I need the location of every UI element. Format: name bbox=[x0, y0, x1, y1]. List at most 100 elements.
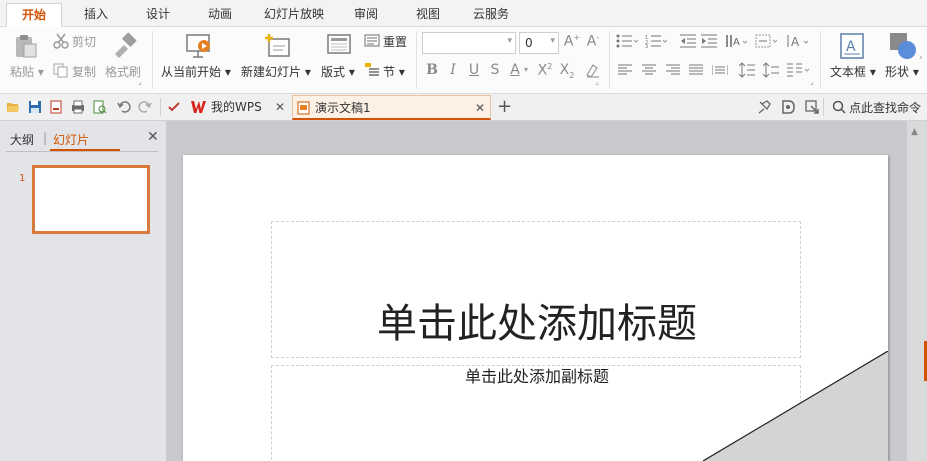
shape-icon[interactable] bbox=[889, 32, 917, 60]
subscript-icon[interactable]: X2 bbox=[557, 62, 577, 80]
undo-icon[interactable] bbox=[117, 100, 131, 114]
paste-icon[interactable] bbox=[13, 33, 39, 59]
shadow-icon[interactable]: S bbox=[487, 62, 503, 78]
tab-insert[interactable]: 插入 bbox=[70, 3, 122, 27]
paragraph-spacing-icon[interactable] bbox=[763, 62, 779, 78]
text-box-icon[interactable]: A bbox=[839, 32, 865, 60]
font-size-value: 0 bbox=[525, 36, 533, 50]
layout-button[interactable]: 版式 ▾ bbox=[321, 63, 355, 80]
font-launcher-icon[interactable]: ⌟ bbox=[595, 77, 599, 86]
search-icon[interactable] bbox=[832, 100, 846, 114]
svg-text:3: 3 bbox=[645, 44, 648, 48]
font-color-dropdown-icon[interactable]: ▾ bbox=[524, 65, 528, 74]
distributed-align-icon[interactable] bbox=[712, 64, 728, 76]
tab-slideshow[interactable]: 幻灯片放映 bbox=[256, 3, 332, 27]
align-text-icon[interactable] bbox=[755, 34, 777, 48]
print-icon[interactable] bbox=[71, 100, 85, 114]
text-direction-icon[interactable]: A bbox=[725, 33, 747, 49]
tab-slides[interactable]: 幻灯片 bbox=[53, 131, 89, 148]
slide-canvas[interactable]: 单击此处添加标题 单击此处添加副标题 bbox=[183, 155, 888, 461]
cut-button[interactable]: 剪切 bbox=[72, 33, 96, 50]
close-tab-icon[interactable]: ✕ bbox=[475, 96, 485, 120]
tab-cloud[interactable]: 云服务 bbox=[462, 3, 520, 27]
layout-icon[interactable] bbox=[326, 32, 352, 58]
command-search[interactable]: 点此查找命令 bbox=[849, 99, 921, 116]
superscript-icon[interactable]: X2 bbox=[535, 62, 555, 79]
reset-button[interactable]: 重置 bbox=[383, 33, 407, 50]
columns-icon[interactable] bbox=[786, 62, 810, 78]
svg-text:A: A bbox=[733, 37, 740, 48]
separator bbox=[416, 31, 417, 89]
section-button[interactable]: 节 ▾ bbox=[383, 63, 405, 80]
format-painter-icon[interactable] bbox=[111, 32, 137, 58]
section-icon[interactable] bbox=[364, 62, 380, 78]
close-tab-icon[interactable]: ✕ bbox=[275, 95, 285, 119]
customize-toolbar-icon[interactable] bbox=[167, 100, 181, 114]
underline-icon[interactable]: U bbox=[466, 62, 482, 78]
align-left-icon[interactable] bbox=[618, 64, 632, 76]
new-slide-button[interactable]: 新建幻灯片 ▾ bbox=[241, 63, 311, 80]
redo-icon[interactable] bbox=[138, 100, 152, 114]
slide-workspace: 单击此处添加标题 单击此处添加副标题 ▲ bbox=[167, 121, 927, 461]
slide-thumbnail[interactable] bbox=[32, 165, 150, 234]
paragraph-launcher-icon[interactable]: ⌟ bbox=[810, 77, 814, 86]
scroll-up-icon[interactable]: ▲ bbox=[911, 127, 918, 137]
save-icon[interactable] bbox=[28, 100, 42, 114]
copy-icon[interactable] bbox=[53, 63, 68, 78]
bullet-list-icon[interactable] bbox=[616, 34, 638, 48]
open-folder-icon[interactable] bbox=[6, 100, 20, 114]
copy-button[interactable]: 复制 bbox=[72, 63, 96, 80]
slide-panel: 大纲 | 幻灯片 ✕ 1 bbox=[0, 121, 167, 461]
from-current-button[interactable]: 从当前开始 ▾ bbox=[161, 63, 231, 80]
tab-review[interactable]: 审阅 bbox=[340, 3, 392, 27]
shape-button[interactable]: 形状 ▾ bbox=[885, 63, 919, 80]
vertical-scrollbar[interactable]: ▲ bbox=[907, 121, 927, 461]
font-size-dropdown[interactable]: 0 ▾ bbox=[519, 32, 559, 54]
ribbon: 粘贴 ▾ 剪切 复制 格式刷 ⌟ 从当前开始 ▾ 新建幻灯片 ▾ 版式 ▾ 重置… bbox=[0, 27, 927, 94]
tab-design[interactable]: 设计 bbox=[132, 3, 184, 27]
align-right-icon[interactable] bbox=[666, 64, 680, 76]
tab-animation[interactable]: 动画 bbox=[194, 3, 246, 27]
doc-tab-label: 演示文稿1 bbox=[315, 101, 371, 115]
pin-icon[interactable] bbox=[757, 100, 771, 114]
italic-icon[interactable]: I bbox=[445, 62, 461, 78]
reset-icon[interactable] bbox=[364, 33, 380, 49]
numbered-list-icon[interactable]: 123 bbox=[645, 34, 667, 48]
ribbon-scroll-right-icon[interactable]: › bbox=[919, 53, 923, 63]
clipboard-launcher-icon[interactable]: ⌟ bbox=[138, 77, 142, 86]
tab-view[interactable]: 视图 bbox=[402, 3, 454, 27]
print-preview-icon[interactable] bbox=[93, 100, 107, 114]
doc-tab-my-wps[interactable]: 我的WPS ✕ bbox=[187, 95, 289, 120]
decrease-font-icon[interactable]: A- bbox=[584, 33, 602, 50]
doc-tab-label: 我的WPS bbox=[211, 100, 262, 114]
new-slide-icon[interactable] bbox=[263, 32, 291, 60]
paste-button[interactable]: 粘贴 ▾ bbox=[10, 63, 44, 80]
close-panel-icon[interactable]: ✕ bbox=[147, 129, 159, 145]
format-painter-button[interactable]: 格式刷 bbox=[105, 63, 141, 80]
text-box-button[interactable]: 文本框 ▾ bbox=[830, 63, 876, 80]
text-size-icon[interactable]: A bbox=[786, 33, 808, 49]
font-color-icon[interactable]: A bbox=[507, 62, 523, 78]
share-icon[interactable] bbox=[805, 100, 819, 114]
align-center-icon[interactable] bbox=[642, 64, 656, 76]
new-tab-icon[interactable]: + bbox=[497, 95, 512, 119]
separator bbox=[823, 98, 824, 116]
cut-icon[interactable] bbox=[53, 33, 69, 49]
justify-icon[interactable] bbox=[689, 64, 703, 76]
export-pdf-icon[interactable] bbox=[49, 100, 63, 114]
tab-outline[interactable]: 大纲 bbox=[10, 131, 34, 148]
increase-font-icon[interactable]: A+ bbox=[563, 33, 581, 50]
decrease-indent-icon[interactable] bbox=[680, 34, 696, 48]
line-spacing-icon[interactable] bbox=[739, 62, 755, 78]
bold-icon[interactable]: B bbox=[424, 62, 440, 78]
font-name-dropdown[interactable]: ▾ bbox=[422, 32, 516, 54]
play-from-current-icon[interactable] bbox=[185, 32, 213, 60]
menu-bar: 开始 插入 设计 动画 幻灯片放映 审阅 视图 云服务 bbox=[0, 0, 927, 27]
doc-tab-presentation[interactable]: 演示文稿1 ✕ bbox=[292, 95, 491, 120]
clear-format-icon[interactable] bbox=[584, 62, 600, 78]
title-placeholder[interactable]: 单击此处添加标题 bbox=[271, 221, 801, 358]
separator bbox=[152, 31, 153, 89]
document-info-icon[interactable] bbox=[781, 100, 795, 114]
increase-indent-icon[interactable] bbox=[701, 34, 717, 48]
tab-start[interactable]: 开始 bbox=[6, 3, 62, 27]
